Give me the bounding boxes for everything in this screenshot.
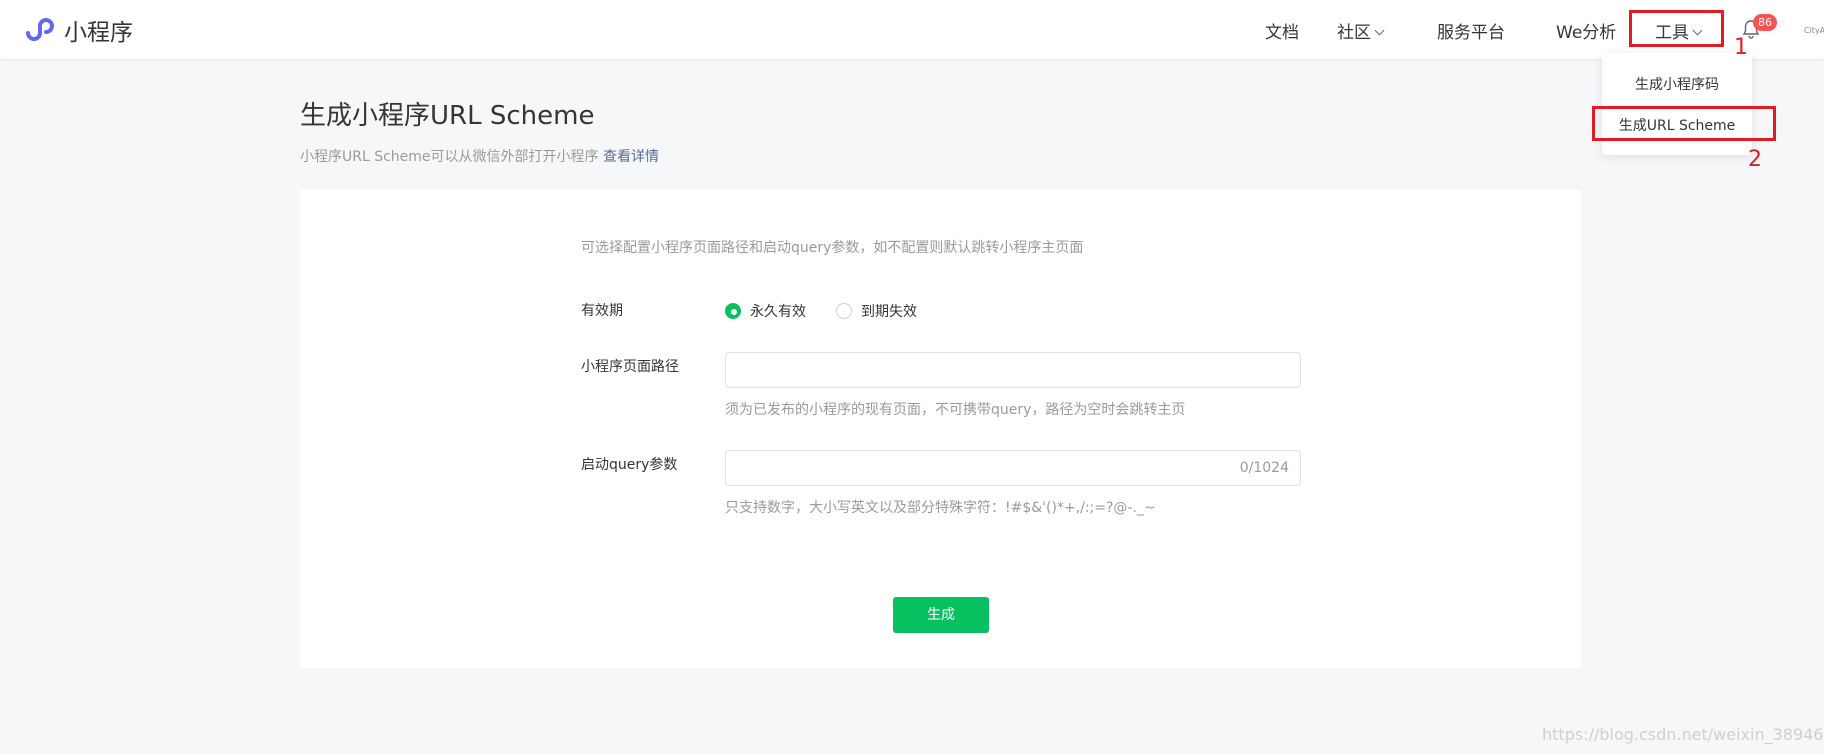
top-navbar: 小程序 文档 社区 服务平台 We分析 工具 86 CityA: [0, 0, 1824, 59]
annotation-box-url-scheme: [1592, 106, 1776, 141]
brand-logo[interactable]: 小程序: [22, 13, 133, 47]
radio-permanent[interactable]: 永久有效: [725, 301, 806, 321]
page-subtitle: 小程序URL Scheme可以从微信外部打开小程序 查看详情: [300, 146, 659, 166]
chevron-down-icon: [1374, 25, 1385, 36]
validity-label: 有效期: [581, 303, 623, 319]
page-subtitle-text: 小程序URL Scheme可以从微信外部打开小程序: [300, 149, 599, 165]
generate-button[interactable]: 生成: [893, 597, 989, 633]
mini-program-logo-icon: [26, 18, 54, 41]
annotation-number-1: 1: [1734, 35, 1748, 60]
radio-expire-label: 到期失效: [861, 304, 917, 320]
page-title: 生成小程序URL Scheme: [300, 101, 595, 131]
nav-docs[interactable]: 文档: [1265, 18, 1299, 43]
brand-name: 小程序: [64, 20, 133, 46]
annotation-number-2: 2: [1748, 147, 1762, 172]
radio-unchecked-icon: [836, 303, 852, 319]
form-hint: 可选择配置小程序页面路径和启动query参数，如不配置则默认跳转小程序主页面: [581, 240, 1084, 256]
notification-badge: 86: [1753, 14, 1777, 31]
page-path-input[interactable]: [725, 352, 1301, 388]
radio-checked-icon: [725, 303, 741, 319]
query-char-counter: 0/1024: [1239, 460, 1289, 476]
radio-permanent-label: 永久有效: [750, 304, 806, 320]
annotation-box-tools: [1629, 10, 1724, 47]
detail-link[interactable]: 查看详情: [603, 149, 659, 165]
page-path-tip: 须为已发布的小程序的现有页面，不可携带query，路径为空时会跳转主页: [725, 402, 1186, 418]
query-tip: 只支持数字，大小写英文以及部分特殊字符：!#$&'()*+,/:;=?@-._~: [725, 500, 1156, 516]
radio-expire[interactable]: 到期失效: [836, 301, 917, 321]
nav-community-label: 社区: [1337, 23, 1371, 43]
watermark: https://blog.csdn.net/weixin_38946164: [1542, 725, 1824, 744]
nav-service-platform[interactable]: 服务平台: [1437, 18, 1505, 43]
menu-item-generate-qrcode[interactable]: 生成小程序码: [1602, 74, 1752, 94]
path-label: 小程序页面路径: [581, 359, 679, 375]
nav-community[interactable]: 社区: [1337, 18, 1385, 43]
user-name[interactable]: CityA: [1804, 26, 1824, 35]
query-input[interactable]: 0/1024: [725, 450, 1301, 486]
nav-we-analysis[interactable]: We分析: [1556, 18, 1616, 43]
query-label: 启动query参数: [581, 457, 678, 473]
